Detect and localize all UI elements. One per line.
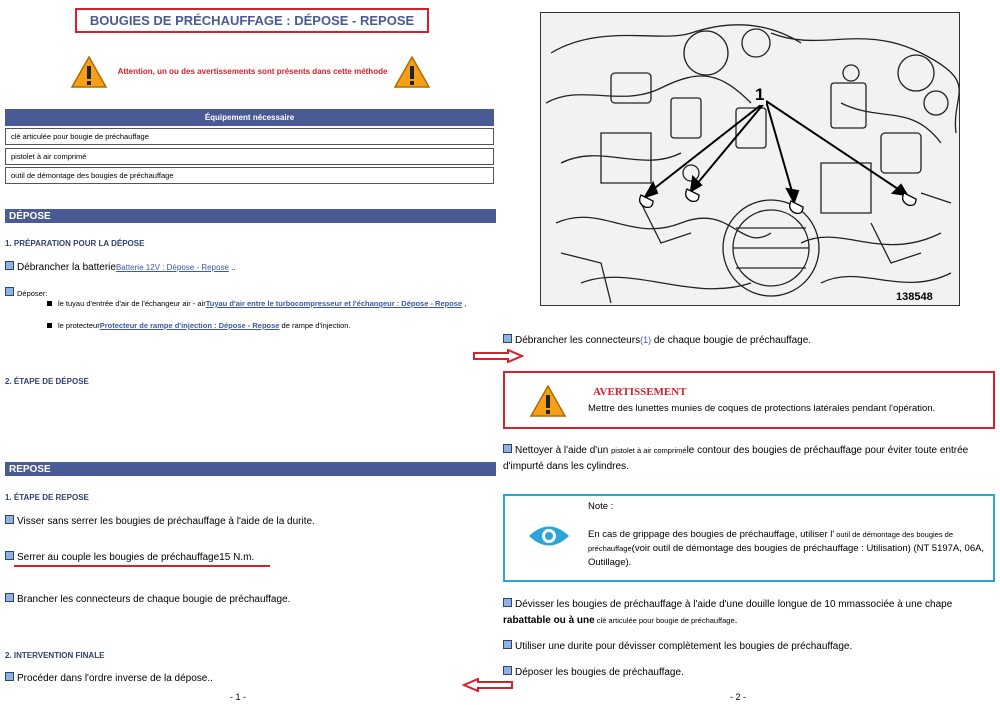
- step-brancher: Brancher les connecteurs de chaque bougi…: [5, 593, 290, 605]
- subheading-etape-depose: 2. ÉTAPE DE DÉPOSE: [5, 377, 89, 386]
- section-depose: DÉPOSE: [5, 209, 496, 223]
- engine-drawing: [541, 13, 959, 305]
- note-box: Note : En cas de grippage des bougies de…: [503, 494, 995, 582]
- step-nettoyer: Nettoyer à l'aide d'un pistolet à air co…: [503, 444, 969, 472]
- equipment-item: pistolet à air comprimé: [5, 148, 494, 165]
- step-durite: Utiliser une durite pour dévisser complè…: [503, 640, 852, 652]
- page-1: BOUGIES DE PRÉCHAUFFAGE : DÉPOSE - REPOS…: [0, 0, 500, 705]
- section-repose: REPOSE: [5, 462, 496, 476]
- bullet-icon: [5, 287, 14, 296]
- bullet-icon: [503, 334, 512, 343]
- engine-diagram: 1 138548: [540, 12, 960, 306]
- step-proceder: Procéder dans l'ordre inverse de la dépo…: [5, 672, 213, 684]
- avertissement-title: AVERTISSEMENT: [593, 386, 687, 398]
- subheading-preparation: 1. PRÉPARATION POUR LA DÉPOSE: [5, 239, 145, 248]
- eye-icon: [529, 526, 569, 546]
- bullet-icon: [503, 444, 512, 453]
- avertissement-box: AVERTISSEMENT Mettre des lunettes munies…: [503, 371, 995, 429]
- step-deposer-bougies: Déposer les bougies de préchauffage.: [503, 666, 684, 678]
- equipment-header: Équipement nécessaire: [5, 109, 494, 126]
- warning-icon-right: [393, 55, 431, 88]
- link-battery[interactable]: Batterie 12V : Dépose - Repose: [116, 263, 229, 272]
- bullet-icon: [5, 261, 14, 270]
- bullet-icon: [503, 640, 512, 649]
- square-bullet-icon: [47, 323, 52, 328]
- step-battery: Débrancher la batterieBatterie 12V : Dép…: [5, 261, 236, 273]
- step-visser: Visser sans serrer les bougies de précha…: [5, 515, 315, 527]
- bullet-icon: [503, 598, 512, 607]
- warning-icon: [529, 384, 567, 417]
- next-page-arrow-icon[interactable]: [472, 349, 524, 363]
- bullet-icon: [5, 672, 14, 681]
- equipment-item: outil de démontage des bougies de précha…: [5, 167, 494, 184]
- link-injection-protector[interactable]: Protecteur de rampe d'injection : Dépose…: [100, 321, 280, 330]
- previous-page-arrow-icon[interactable]: [462, 678, 514, 692]
- warning-text: Attention, un ou des avertissements sont…: [117, 67, 388, 76]
- step-devisser: Dévisser les bougies de préchauffage à l…: [503, 598, 953, 626]
- square-bullet-icon: [47, 301, 52, 306]
- step-connectors: Débrancher les connecteurs(1) de chaque …: [503, 334, 811, 346]
- callout-number: 1: [753, 85, 767, 105]
- deposer-item-1: le tuyau d'entrée d'air de l'échangeur a…: [47, 298, 492, 310]
- bullet-icon: [5, 593, 14, 602]
- subheading-etape-repose: 1. ÉTAPE DE REPOSE: [5, 493, 89, 502]
- step-deposer: Déposer:: [5, 287, 47, 298]
- warning-icon-left: [70, 55, 108, 88]
- subheading-intervention-finale: 2. INTERVENTION FINALE: [5, 651, 105, 660]
- image-id: 138548: [896, 291, 933, 303]
- note-text: En cas de grippage des bougies de précha…: [588, 529, 985, 568]
- bullet-icon: [503, 666, 512, 675]
- avertissement-text: Mettre des lunettes munies de coques de …: [588, 403, 936, 414]
- deposer-item-2: le protecteurProtecteur de rampe d'injec…: [47, 321, 351, 330]
- note-label: Note :: [588, 501, 614, 512]
- bullet-icon: [5, 551, 14, 560]
- page-number-2: - 2 -: [730, 692, 747, 702]
- page-title: BOUGIES DE PRÉCHAUFFAGE : DÉPOSE - REPOS…: [75, 8, 429, 33]
- link-air-pipe[interactable]: Tuyau d'air entre le turbocompresseur et…: [206, 299, 462, 308]
- equipment-item: clé articulée pour bougie de préchauffag…: [5, 128, 494, 145]
- bullet-icon: [5, 515, 14, 524]
- page-number: - 1 -: [230, 692, 247, 702]
- red-underline: [14, 565, 270, 567]
- step-serrer: Serrer au couple les bougies de préchauf…: [5, 551, 254, 563]
